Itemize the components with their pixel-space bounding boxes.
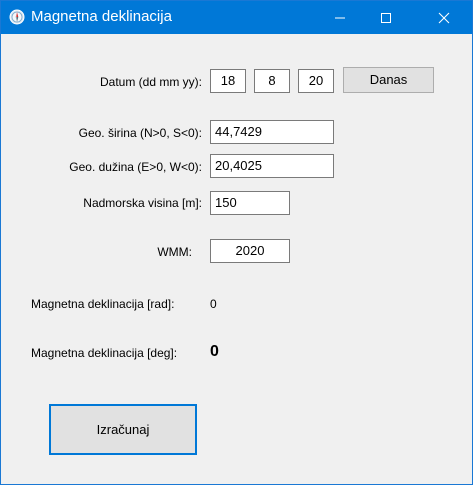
title-bar[interactable]: Magnetna deklinacija — [1, 1, 472, 34]
latitude-input[interactable]: 44,7429 — [210, 120, 334, 144]
maximize-icon — [381, 13, 391, 23]
longitude-input[interactable]: 20,4025 — [210, 154, 334, 178]
calculate-button[interactable]: Izračunaj — [49, 404, 197, 455]
declination-rad-value: 0 — [210, 297, 217, 311]
day-input[interactable]: 18 — [210, 69, 246, 93]
month-input[interactable]: 8 — [254, 69, 290, 93]
date-label: Datum (dd mm yy): — [99, 75, 202, 89]
minimize-icon — [335, 17, 345, 19]
maximize-button[interactable] — [363, 1, 409, 34]
close-icon — [438, 12, 450, 24]
altitude-input[interactable]: 150 — [210, 191, 290, 215]
declination-deg-value: 0 — [210, 343, 219, 360]
today-button[interactable]: Danas — [343, 67, 434, 93]
wmm-label: WMM: — [157, 245, 192, 259]
window-title: Magnetna deklinacija — [31, 8, 172, 25]
longitude-label: Geo. dužina (E>0, W<0): — [69, 160, 202, 174]
year-input[interactable]: 20 — [298, 69, 334, 93]
close-button[interactable] — [421, 1, 467, 34]
app-window: Magnetna deklinacija Datum (dd mm yy): 1… — [0, 0, 473, 485]
compass-icon — [9, 9, 25, 25]
wmm-input[interactable]: 2020 — [210, 239, 290, 263]
declination-rad-label: Magnetna deklinacija [rad]: — [31, 297, 175, 311]
latitude-label: Geo. širina (N>0, S<0): — [78, 126, 202, 140]
altitude-label: Nadmorska visina [m]: — [83, 196, 202, 210]
declination-deg-label: Magnetna deklinacija [deg]: — [31, 346, 178, 360]
minimize-button[interactable] — [317, 1, 363, 34]
